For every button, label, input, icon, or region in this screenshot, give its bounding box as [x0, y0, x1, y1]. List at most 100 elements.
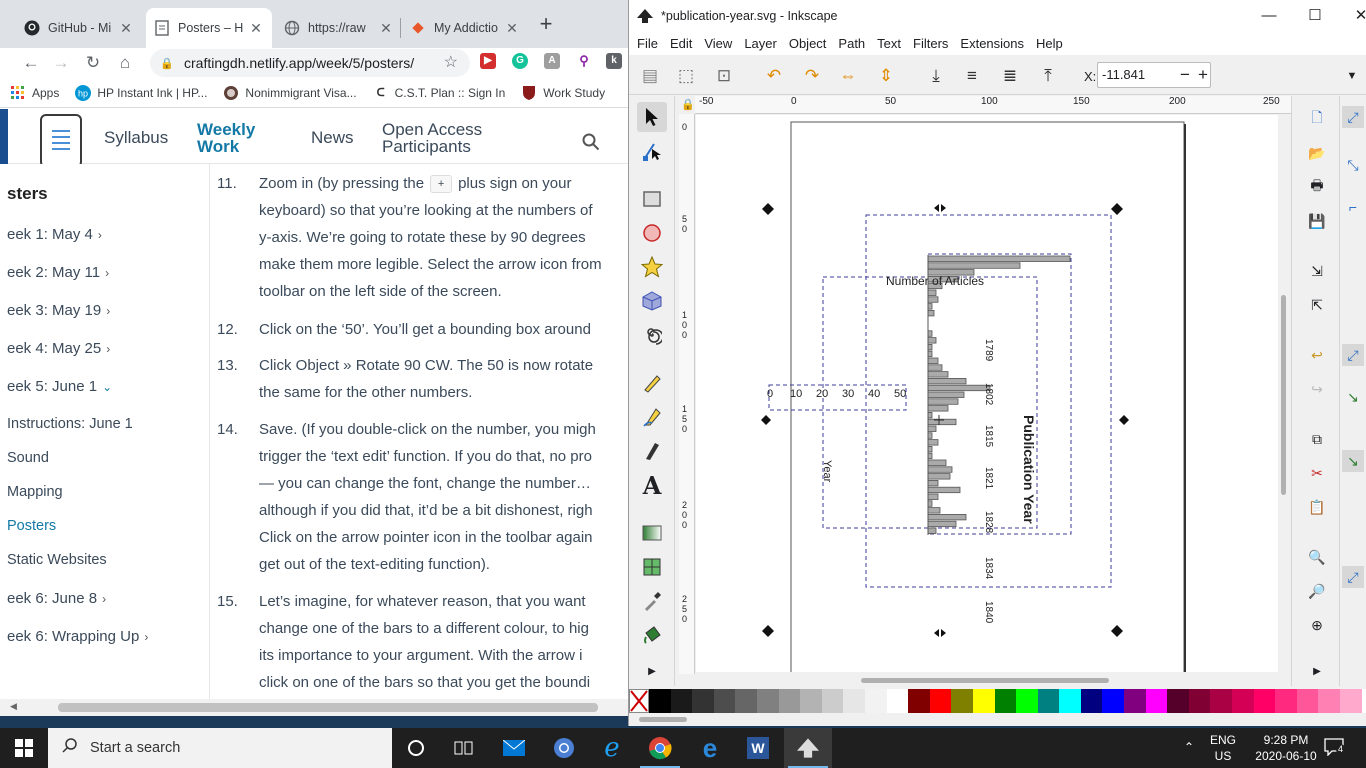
canvas-drawing[interactable]: Number of Articles Publication Year Year… — [696, 115, 1278, 672]
histogram-bar[interactable] — [927, 493, 939, 500]
bookmark-hp[interactable]: hp HP Instant Ink | HP... — [75, 84, 207, 101]
minimize-button[interactable]: — — [1246, 0, 1292, 31]
scroll-left-icon[interactable]: ◀ — [10, 701, 17, 712]
color-swatch[interactable] — [1059, 689, 1081, 713]
word-icon[interactable]: W — [734, 728, 782, 768]
redo-icon[interactable]: ↪ — [1306, 378, 1328, 400]
histogram-bar[interactable] — [927, 371, 949, 378]
canvas-horizontal-scrollbar[interactable] — [696, 674, 1278, 686]
decrement-button[interactable]: − — [1176, 63, 1194, 87]
calligraphy-tool-icon[interactable] — [637, 436, 667, 466]
color-swatch[interactable] — [1188, 689, 1211, 713]
chrome-icon[interactable] — [636, 728, 684, 768]
color-swatch[interactable] — [1080, 689, 1103, 713]
color-swatch[interactable] — [908, 689, 930, 713]
new-tab-button[interactable]: + — [536, 13, 556, 35]
histogram-bar[interactable] — [927, 255, 1071, 262]
extension-red-icon[interactable]: ▶ — [480, 53, 496, 69]
reload-icon[interactable]: ↻ — [82, 52, 104, 74]
ellipse-tool-icon[interactable] — [637, 218, 667, 248]
raise-to-top-icon[interactable]: ⤒ — [1037, 65, 1059, 87]
tab-close-icon[interactable]: ✕ — [248, 20, 264, 37]
import-icon[interactable]: ⇲ — [1306, 260, 1328, 282]
scrollbar-thumb[interactable] — [58, 703, 598, 712]
menu-help[interactable]: Help — [1036, 36, 1063, 51]
color-swatch[interactable] — [713, 689, 736, 713]
histogram-bar[interactable] — [927, 479, 939, 487]
label-number-of-articles[interactable]: Number of Articles — [886, 274, 984, 288]
color-swatch[interactable] — [972, 689, 995, 713]
histogram-bar[interactable] — [927, 296, 939, 303]
language-indicator[interactable]: ENG US — [1210, 732, 1236, 764]
snap-smooth-icon[interactable]: ↘ — [1342, 450, 1364, 472]
selector-tool-icon[interactable] — [637, 102, 667, 132]
histogram-bar[interactable] — [927, 507, 941, 514]
sidebar-item-week1[interactable]: eek 1: May 4 › — [7, 226, 102, 243]
snap-nodes-icon[interactable]: ⤢ — [1342, 344, 1364, 366]
open-file-icon[interactable]: 📂 — [1306, 142, 1328, 164]
histogram-bar[interactable] — [927, 425, 937, 432]
menu-edit[interactable]: Edit — [670, 36, 692, 51]
histogram-bar[interactable] — [927, 350, 933, 358]
paint-bucket-tool-icon[interactable] — [637, 620, 667, 650]
histogram-bar[interactable] — [927, 473, 951, 480]
spiral-tool-icon[interactable] — [637, 320, 667, 350]
pen-tool-icon[interactable] — [637, 402, 667, 432]
sidebar-item-wrapping-up[interactable]: eek 6: Wrapping Up › — [7, 628, 148, 645]
rotate-ccw-icon[interactable]: ↶ — [763, 65, 785, 87]
maximize-button[interactable]: ☐ — [1292, 0, 1338, 31]
color-swatch[interactable] — [994, 689, 1017, 713]
chrome-alt-icon[interactable] — [540, 728, 588, 768]
export-icon[interactable]: ⇱ — [1306, 294, 1328, 316]
edge-icon[interactable]: e — [686, 728, 734, 768]
tab-close-icon[interactable]: ✕ — [504, 20, 520, 37]
histogram-bar[interactable] — [927, 466, 953, 473]
color-swatch[interactable] — [864, 689, 887, 713]
histogram-bar[interactable] — [927, 309, 935, 317]
histogram-bar[interactable] — [927, 432, 933, 439]
bookmark-work-study[interactable]: Work Study — [521, 85, 605, 101]
pencil-tool-icon[interactable] — [637, 368, 667, 398]
histogram-bar[interactable] — [927, 391, 965, 398]
rotate-cw-icon[interactable]: ↷ — [801, 65, 823, 87]
cut-icon[interactable]: ✂ — [1306, 462, 1328, 484]
menu-layer[interactable]: Layer — [744, 36, 777, 51]
tab-posters[interactable]: Posters – H ✕ — [146, 8, 272, 48]
bookmark-apps[interactable]: Apps — [10, 85, 59, 101]
menu-extensions[interactable]: Extensions — [960, 36, 1024, 51]
taskbar-search[interactable]: Start a search — [48, 728, 392, 768]
sidebar-item-week6[interactable]: eek 6: June 8 › — [7, 590, 106, 607]
lower-to-bottom-icon[interactable]: ⤓ — [925, 65, 947, 87]
toolbox-more-icon[interactable]: ▶ — [637, 656, 667, 686]
back-arrow-icon[interactable]: ← — [20, 52, 42, 74]
sidebar-item-week3[interactable]: eek 3: May 19 › — [7, 302, 110, 319]
histogram-bar[interactable] — [927, 384, 991, 392]
horizontal-scrollbar[interactable]: ◀ — [0, 699, 628, 716]
paste-icon[interactable]: 📋 — [1306, 496, 1328, 518]
histogram-bar[interactable] — [927, 459, 947, 466]
color-swatch[interactable] — [1210, 689, 1233, 713]
x-coordinate-input[interactable]: -11.841 − + — [1097, 62, 1211, 88]
color-swatch[interactable] — [1124, 689, 1146, 713]
nav-weekly-work[interactable]: Weekly Work — [197, 121, 255, 155]
color-swatch[interactable] — [929, 689, 952, 713]
color-swatch[interactable] — [1102, 689, 1125, 713]
nav-news[interactable]: News — [311, 129, 354, 146]
histogram-bar[interactable] — [927, 411, 933, 419]
print-icon[interactable]: 🖶 — [1306, 176, 1328, 198]
color-swatch[interactable] — [843, 689, 865, 713]
tab-close-icon[interactable]: ✕ — [378, 20, 394, 37]
sidebar-item-instructions[interactable]: Instructions: June 1 — [7, 416, 133, 432]
star-tool-icon[interactable] — [637, 252, 667, 282]
internet-explorer-icon[interactable]: e — [588, 728, 636, 768]
color-swatch[interactable] — [735, 689, 757, 713]
increment-button[interactable]: + — [1194, 63, 1212, 87]
canvas-vertical-scrollbar[interactable] — [1279, 115, 1289, 672]
search-icon[interactable] — [582, 133, 600, 156]
deselect-icon[interactable]: ⊡ — [713, 65, 735, 87]
snap-toggle-icon[interactable]: ⤢ — [1342, 106, 1364, 128]
sidebar-item-week2[interactable]: eek 2: May 11 › — [7, 264, 109, 281]
histogram-bar[interactable] — [927, 398, 959, 405]
bookmark-cst[interactable]: ᑕ C.S.T. Plan :: Sign In — [373, 85, 506, 101]
inkscape-taskbar-icon[interactable] — [784, 728, 832, 768]
